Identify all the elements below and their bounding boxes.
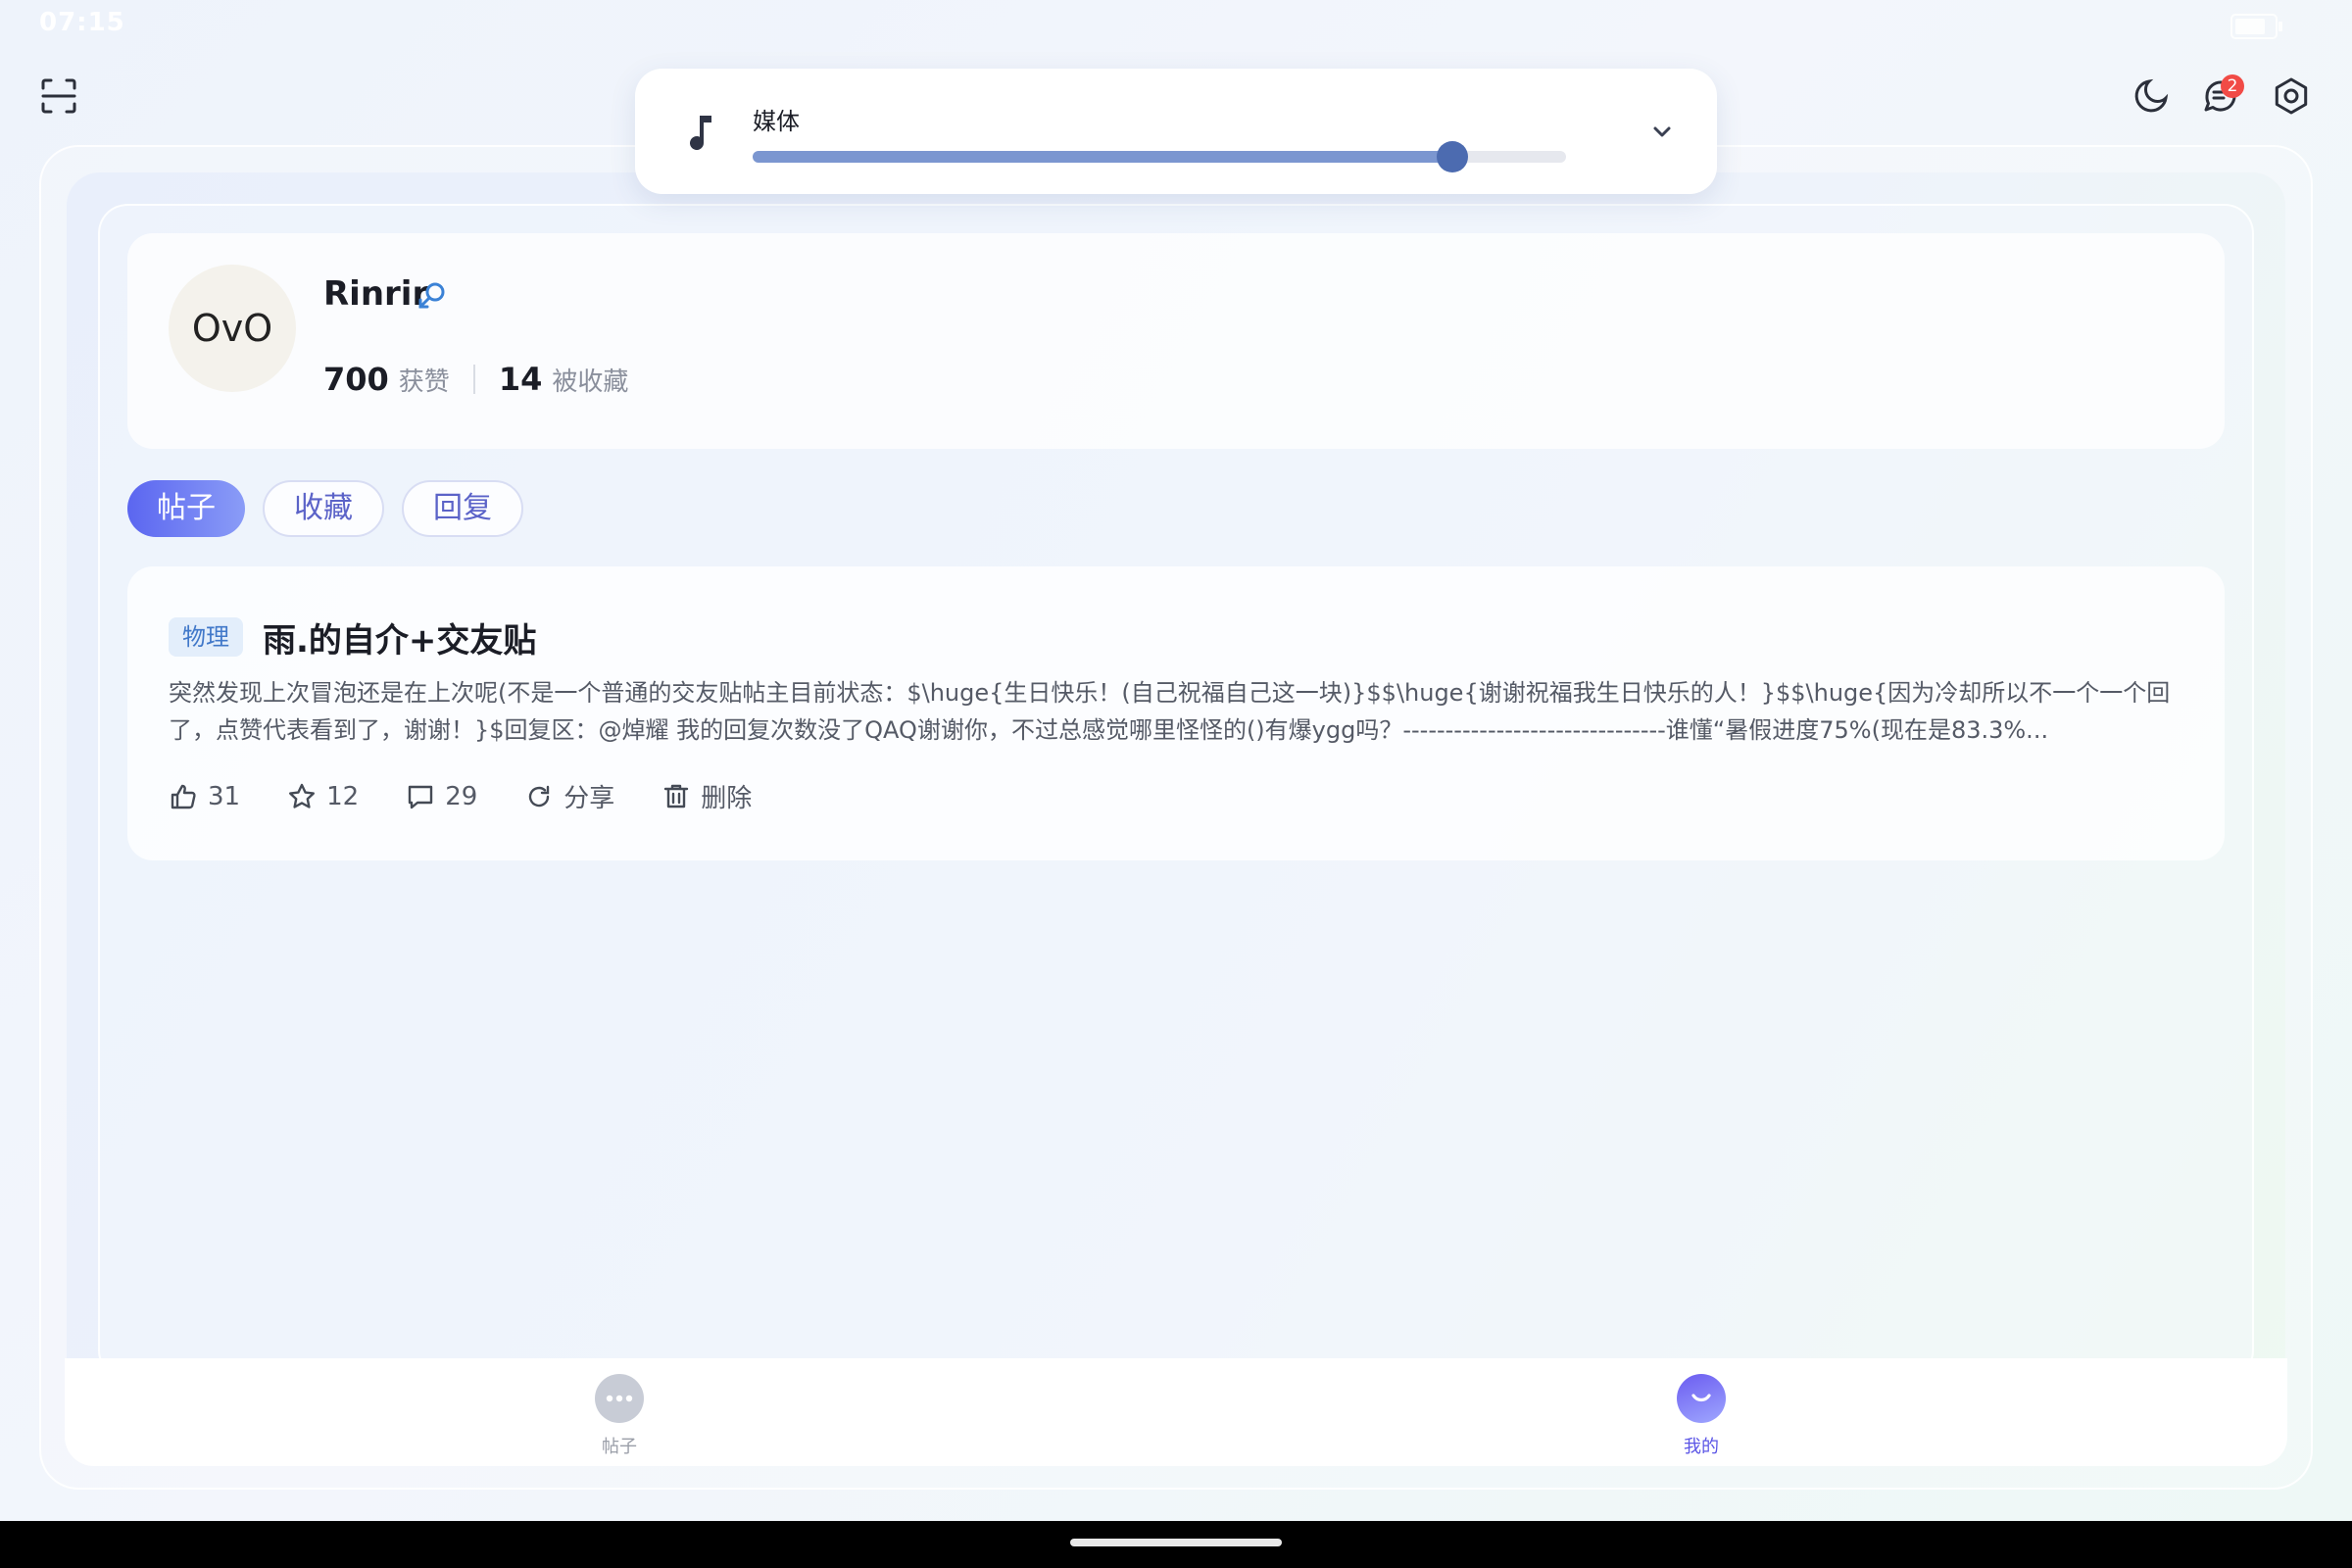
gear-icon: [2275, 77, 2308, 115]
share-icon: [529, 785, 550, 807]
likes-count: 700: [323, 361, 389, 398]
settings-button[interactable]: [2264, 69, 2319, 123]
favorited-count: 14: [498, 361, 543, 398]
scan-button[interactable]: [31, 69, 86, 123]
media-volume-fill: [753, 151, 1452, 163]
post-title[interactable]: 雨.的自介+交友贴: [263, 613, 536, 662]
profile-stats: 700 获赞 14 被收藏: [323, 361, 628, 398]
star-icon: [289, 783, 316, 808]
post-category-tag[interactable]: 物理: [169, 617, 243, 657]
messages-button[interactable]: 2: [2193, 69, 2248, 123]
share-button[interactable]: 分享: [524, 778, 614, 814]
moon-icon: [2134, 78, 2169, 113]
delete-button[interactable]: 删除: [662, 778, 752, 814]
battery-icon: [2230, 14, 2282, 39]
thumbs-up-icon: [171, 784, 196, 808]
delete-label: 删除: [701, 784, 753, 813]
post-actions: 31 12 29 分享 删除: [169, 778, 799, 814]
nav-mine[interactable]: 我的: [1633, 1374, 1770, 1458]
status-time: 07:15: [39, 8, 125, 37]
like-count: 31: [208, 781, 241, 811]
star-count: 12: [326, 781, 360, 811]
stat-divider: [472, 365, 475, 394]
comment-icon: [408, 785, 433, 808]
tab-replies[interactable]: 回复: [402, 480, 523, 537]
nav-posts[interactable]: 帖子: [551, 1374, 688, 1458]
bottom-nav: 帖子 我的: [65, 1358, 2287, 1466]
scan-icon: [41, 78, 76, 114]
comment-count: 29: [445, 781, 478, 811]
profile-card: OvO Rinrir 700 获赞 14 被收藏: [127, 233, 2225, 449]
tab-posts[interactable]: 帖子: [127, 480, 245, 537]
media-volume-panel: 媒体: [635, 69, 1717, 194]
nav-posts-label: 帖子: [602, 1437, 637, 1457]
collapse-button[interactable]: [1635, 104, 1690, 159]
trash-icon: [664, 784, 689, 808]
star-button[interactable]: 12: [287, 782, 359, 811]
username: Rinrir: [323, 274, 429, 314]
favorited-label: 被收藏: [552, 367, 629, 397]
post-excerpt: 突然发现上次冒泡还是在上次呢(不是一个普通的交友贴帖主目前状态：$\huge{生…: [169, 679, 2171, 744]
likes-label: 获赞: [398, 367, 450, 397]
media-volume-thumb[interactable]: [1436, 141, 1468, 172]
chevron-down-icon: [1653, 126, 1671, 137]
like-button[interactable]: 31: [169, 782, 240, 811]
music-note-icon: [672, 106, 727, 161]
home-indicator[interactable]: [1070, 1539, 1282, 1546]
gender-icon: [418, 282, 445, 309]
system-navigation-bar: [0, 1521, 2352, 1568]
share-label: 分享: [564, 784, 615, 813]
dark-mode-button[interactable]: [2124, 69, 2179, 123]
profile-tabs: 帖子 收藏 回复: [127, 480, 541, 537]
media-volume-slider[interactable]: [753, 141, 1566, 172]
profile-smile-icon: [1677, 1374, 1726, 1423]
avatar[interactable]: OvO: [169, 265, 296, 392]
nav-mine-label: 我的: [1684, 1437, 1719, 1457]
chat-bubble-icon: [595, 1374, 644, 1423]
post-card[interactable]: 物理 雨.的自介+交友贴 突然发现上次冒泡还是在上次呢(不是一个普通的交友贴帖主…: [127, 566, 2225, 860]
comment-button[interactable]: 29: [406, 782, 477, 811]
message-badge: 2: [2221, 74, 2244, 98]
tab-favorites[interactable]: 收藏: [263, 480, 384, 537]
media-label: 媒体: [753, 108, 800, 135]
